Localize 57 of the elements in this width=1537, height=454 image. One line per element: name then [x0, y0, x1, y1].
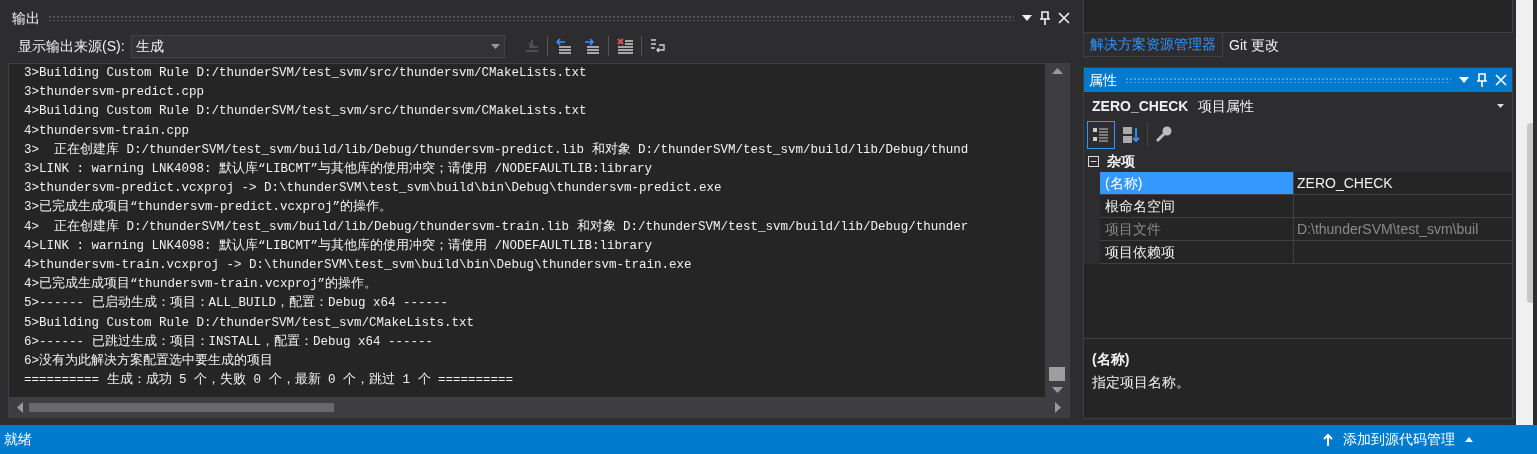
description-title: (名称) — [1092, 350, 1131, 369]
close-icon[interactable] — [1058, 12, 1070, 24]
scroll-thumb[interactable] — [29, 402, 334, 412]
output-line: 4>已完成生成项目“thundersvm-train.vcxproj”的操作。 — [24, 275, 378, 294]
property-name[interactable]: 项目依赖项 — [1100, 241, 1293, 264]
previous-message-icon — [554, 37, 573, 55]
collapse-icon[interactable] — [1088, 155, 1099, 167]
status-text: 就绪 — [4, 430, 32, 449]
output-line: 4>thundersvm-train.cpp — [24, 122, 190, 140]
output-line: 3> 正在创建库 D:/thunderSVM/test_svm/build/lib/Debug/thundersvm-predict.lib 和对象 D:/thunderSVM/test_svm/build/lib/Debug/thund — [24, 141, 969, 159]
output-line: 3>thundersvm-predict.vcxproj -> D:\thunderSVM\test_svm\build\bin\Debug\thundersvm-predict.exe — [24, 180, 722, 198]
source-dropdown[interactable]: 生成 — [130, 34, 505, 58]
output-line: 3>LINK : warning LNK4098: 默认库“LIBCMT”与其他库的使用冲突；请使用 /NODEFAULTLIB:library — [24, 160, 653, 178]
source-control-button[interactable]: 添加到源代码管理 — [1323, 429, 1473, 450]
output-line: 6>没有为此解决方案配置选中要生成的项目 — [24, 352, 273, 371]
output-line: 4>LINK : warning LNK4098: 默认库“LIBCMT”与其他库的使用冲突；请使用 /NODEFAULTLIB:library — [24, 237, 653, 255]
alphabetical-sort-icon — [1121, 125, 1141, 145]
scroll-up-icon[interactable] — [1051, 68, 1063, 74]
clear-all-icon — [615, 37, 634, 55]
categorized-view-button[interactable] — [1087, 121, 1115, 149]
scroll-down-icon[interactable] — [1051, 387, 1063, 393]
horizontal-scrollbar[interactable] — [9, 397, 1069, 417]
description-text: 指定项目名称。 — [1092, 373, 1191, 392]
panel-tab[interactable]: 解决方案资源管理器 — [1083, 33, 1223, 57]
scroll-left-icon[interactable] — [17, 401, 23, 413]
caret-up-icon — [1465, 437, 1473, 442]
property-name[interactable]: 根命名空间 — [1100, 195, 1293, 218]
object-label: ZERO_CHECK 项目属性 — [1092, 96, 1255, 116]
scroll-thumb[interactable] — [1049, 367, 1065, 381]
word-wrap-icon — [648, 37, 667, 55]
up-arrow-icon — [1323, 433, 1333, 446]
caret-icon — [1497, 104, 1504, 108]
output-line: 4> 正在创建库 D:/thunderSVM/test_svm/build/lib/Debug/thundersvm-train.lib 和对象 D:/thunderSVM/test_svm/build/lib/Debug/thunder — [24, 218, 969, 236]
panel-title: 属性 — [1089, 70, 1117, 90]
output-line: 4>thundersvm-train.vcxproj -> D:\thunderSVM\test_svm\build\bin\Debug\thundersvm-train.exe — [24, 257, 692, 275]
category-row[interactable]: 杂项 — [1084, 150, 1512, 172]
output-line: 6>------ 已跳过生成：项目：INSTALL，配置：Debug x64 ------ — [24, 333, 434, 351]
vertical-scrollbar[interactable] — [1045, 64, 1069, 397]
output-line: 5>Building Custom Rule D:/thunderSVM/test_svm/CMakeLists.txt — [24, 314, 475, 332]
output-line: 3>thundersvm-predict.cpp — [24, 84, 205, 102]
caret-icon — [490, 43, 500, 49]
categorized-view-icon — [1091, 125, 1111, 145]
scroll-right-icon[interactable] — [1055, 401, 1061, 413]
source-label: 显示输出来源(S): — [18, 36, 125, 56]
property-value[interactable]: ZERO_CHECK — [1293, 172, 1512, 195]
panel-tab[interactable]: Git 更改 — [1223, 33, 1285, 57]
output-line: ========== 生成：成功 5 个，失败 0 个，最新 0 个，跳过 1 个 ========== — [24, 371, 514, 390]
output-line: 5>------ 已启动生成：项目：ALL_BUILD，配置：Debug x64 ------ — [24, 294, 449, 313]
output-line: 3>Building Custom Rule D:/thunderSVM/test_svm/src/thundersvm/CMakeLists.txt — [24, 65, 587, 82]
pin-icon[interactable] — [1040, 11, 1050, 25]
next-message-icon — [582, 37, 601, 55]
output-line: 4>Building Custom Rule D:/thunderSVM/test_svm/src/thundersvm/CMakeLists.txt — [24, 103, 587, 121]
object-selector[interactable]: ZERO_CHECK 项目属性 — [1084, 92, 1512, 120]
dropdown-icon[interactable] — [1022, 15, 1032, 21]
output-line: 3>已完成生成项目“thundersvm-predict.vcxproj”的操作。 — [24, 198, 393, 217]
wrench-icon — [1154, 125, 1174, 145]
panel-title: 输出 — [12, 8, 40, 28]
